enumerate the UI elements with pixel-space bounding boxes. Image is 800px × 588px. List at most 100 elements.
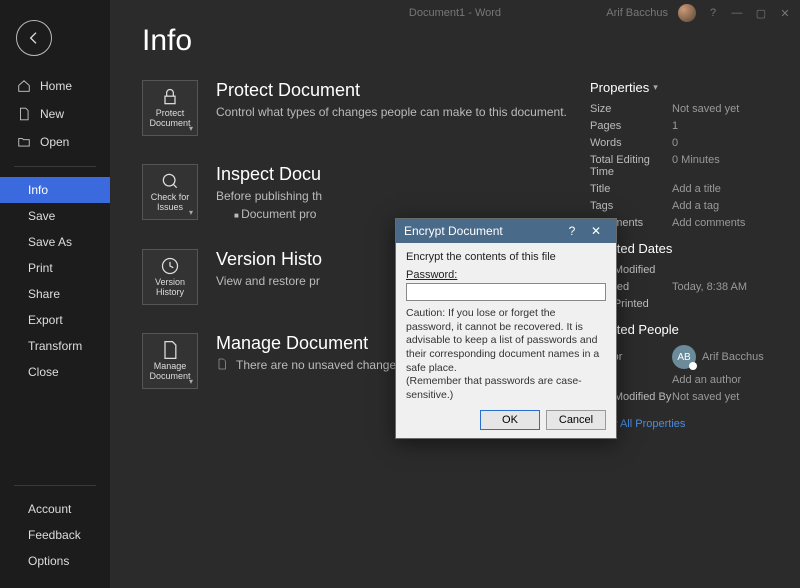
divider	[14, 166, 96, 167]
nav-label: Account	[28, 502, 71, 516]
divider	[14, 485, 96, 486]
arrow-left-icon	[26, 30, 42, 46]
nav-label: Share	[28, 287, 60, 301]
inspect-icon	[160, 171, 180, 191]
tile-label: ProtectDocument	[149, 109, 190, 129]
dialog-title: Encrypt Document	[404, 224, 560, 238]
add-author[interactable]: Add an author	[672, 374, 780, 386]
document-icon	[16, 106, 32, 122]
backstage-sidebar: Home New Open Info Save Save As Print Sh…	[0, 0, 110, 588]
section-title: Version Histo	[216, 249, 322, 270]
nav-label: Transform	[28, 339, 82, 353]
section-protect: ProtectDocument ▾ Protect Document Contr…	[142, 80, 568, 136]
nav-new[interactable]: New	[0, 100, 110, 128]
chevron-down-icon: ▾	[189, 377, 193, 386]
nav-home[interactable]: Home	[0, 72, 110, 100]
section-desc: Before publishing th	[216, 189, 322, 203]
prop-key: Title	[590, 183, 672, 195]
prop-value: 1	[672, 120, 780, 132]
nav-save[interactable]: Save	[0, 203, 110, 229]
section-title: Inspect Docu	[216, 164, 322, 185]
folder-open-icon	[16, 134, 32, 150]
minimize-icon[interactable]: —	[730, 7, 744, 19]
chevron-down-icon: ▾	[189, 124, 193, 133]
prop-value: Today, 8:38 AM	[672, 281, 780, 293]
nav-feedback[interactable]: Feedback	[0, 522, 110, 548]
cancel-button[interactable]: Cancel	[546, 410, 606, 430]
manage-document-tile[interactable]: ManageDocument ▾	[142, 333, 198, 389]
protect-document-tile[interactable]: ProtectDocument ▾	[142, 80, 198, 136]
prop-value: 0 Minutes	[672, 154, 780, 178]
nav-info[interactable]: Info	[0, 177, 110, 203]
chevron-down-icon: ▾	[653, 82, 658, 93]
main-content: Document1 - Word Arif Bacchus ? — ▢ ✕ In…	[110, 0, 800, 588]
nav-close[interactable]: Close	[0, 359, 110, 385]
nav-print[interactable]: Print	[0, 255, 110, 281]
document-manage-icon	[160, 340, 180, 360]
nav-share[interactable]: Share	[0, 281, 110, 307]
nav-account[interactable]: Account	[0, 496, 110, 522]
dialog-titlebar[interactable]: Encrypt Document ? ✕	[396, 219, 616, 243]
page-title: Info	[142, 24, 780, 58]
prop-value: Not saved yet	[672, 391, 780, 403]
nav-label: Save	[28, 209, 55, 223]
section-title: Protect Document	[216, 80, 567, 101]
properties-header[interactable]: Properties▾	[590, 80, 780, 95]
prop-value: Not saved yet	[672, 103, 780, 115]
dialog-help-icon[interactable]: ?	[560, 224, 584, 238]
related-dates-header: Related Dates	[590, 241, 780, 256]
nav-open[interactable]: Open	[0, 128, 110, 156]
back-button[interactable]	[16, 20, 52, 56]
section-bullet: Document pro	[234, 207, 322, 221]
prop-value: 0	[672, 137, 780, 149]
nav-label: Open	[40, 135, 69, 149]
add-tag[interactable]: Add a tag	[672, 200, 780, 212]
add-title[interactable]: Add a title	[672, 183, 780, 195]
nav-export[interactable]: Export	[0, 307, 110, 333]
section-title: Manage Document	[216, 333, 405, 354]
tile-label: Check forIssues	[151, 193, 190, 213]
avatar: AB	[672, 345, 696, 369]
nav-options[interactable]: Options	[0, 548, 110, 574]
properties-pane: Properties▾ SizeNot saved yet Pages1 Wor…	[590, 80, 780, 430]
check-issues-tile[interactable]: Check forIssues ▾	[142, 164, 198, 220]
lock-icon	[160, 87, 180, 107]
section-inspect: Check forIssues ▾ Inspect Docu Before pu…	[142, 164, 568, 221]
nav-label: New	[40, 107, 64, 121]
dialog-close-icon[interactable]: ✕	[584, 224, 608, 238]
password-input[interactable]	[406, 283, 606, 301]
titlebar: Document1 - Word Arif Bacchus ? — ▢ ✕	[110, 0, 800, 26]
app-name: Word	[475, 7, 501, 19]
chevron-down-icon: ▾	[189, 208, 193, 217]
section-desc: Control what types of changes people can…	[216, 105, 567, 119]
tile-label: VersionHistory	[155, 278, 185, 298]
author-value[interactable]: AB Arif Bacchus	[672, 345, 780, 369]
nav-label: Info	[28, 183, 48, 197]
help-icon[interactable]: ?	[706, 7, 720, 19]
dialog-caution: Caution: If you lose or forget the passw…	[406, 307, 606, 402]
dialog-instruction: Encrypt the contents of this file	[406, 251, 606, 263]
prop-key: Tags	[590, 200, 672, 212]
prop-value	[672, 298, 780, 310]
nav-label: Feedback	[28, 528, 81, 542]
prop-key: Total Editing Time	[590, 154, 672, 178]
version-history-tile[interactable]: VersionHistory	[142, 249, 198, 305]
nav-transform[interactable]: Transform	[0, 333, 110, 359]
page-icon	[216, 358, 230, 373]
user-avatar-icon[interactable]	[678, 4, 696, 22]
nav-label: Export	[28, 313, 63, 327]
nav-save-as[interactable]: Save As	[0, 229, 110, 255]
add-comments[interactable]: Add comments	[672, 217, 780, 229]
prop-value	[672, 264, 780, 276]
ok-button[interactable]: OK	[480, 410, 540, 430]
nav-label: Options	[28, 554, 69, 568]
home-icon	[16, 78, 32, 94]
maximize-icon[interactable]: ▢	[754, 7, 768, 20]
tile-label: ManageDocument	[149, 362, 190, 382]
section-desc: View and restore pr	[216, 274, 322, 288]
prop-key: Words	[590, 137, 672, 149]
prop-key: Pages	[590, 120, 672, 132]
user-name[interactable]: Arif Bacchus	[606, 7, 668, 19]
close-icon[interactable]: ✕	[778, 7, 792, 20]
prop-key: Size	[590, 103, 672, 115]
